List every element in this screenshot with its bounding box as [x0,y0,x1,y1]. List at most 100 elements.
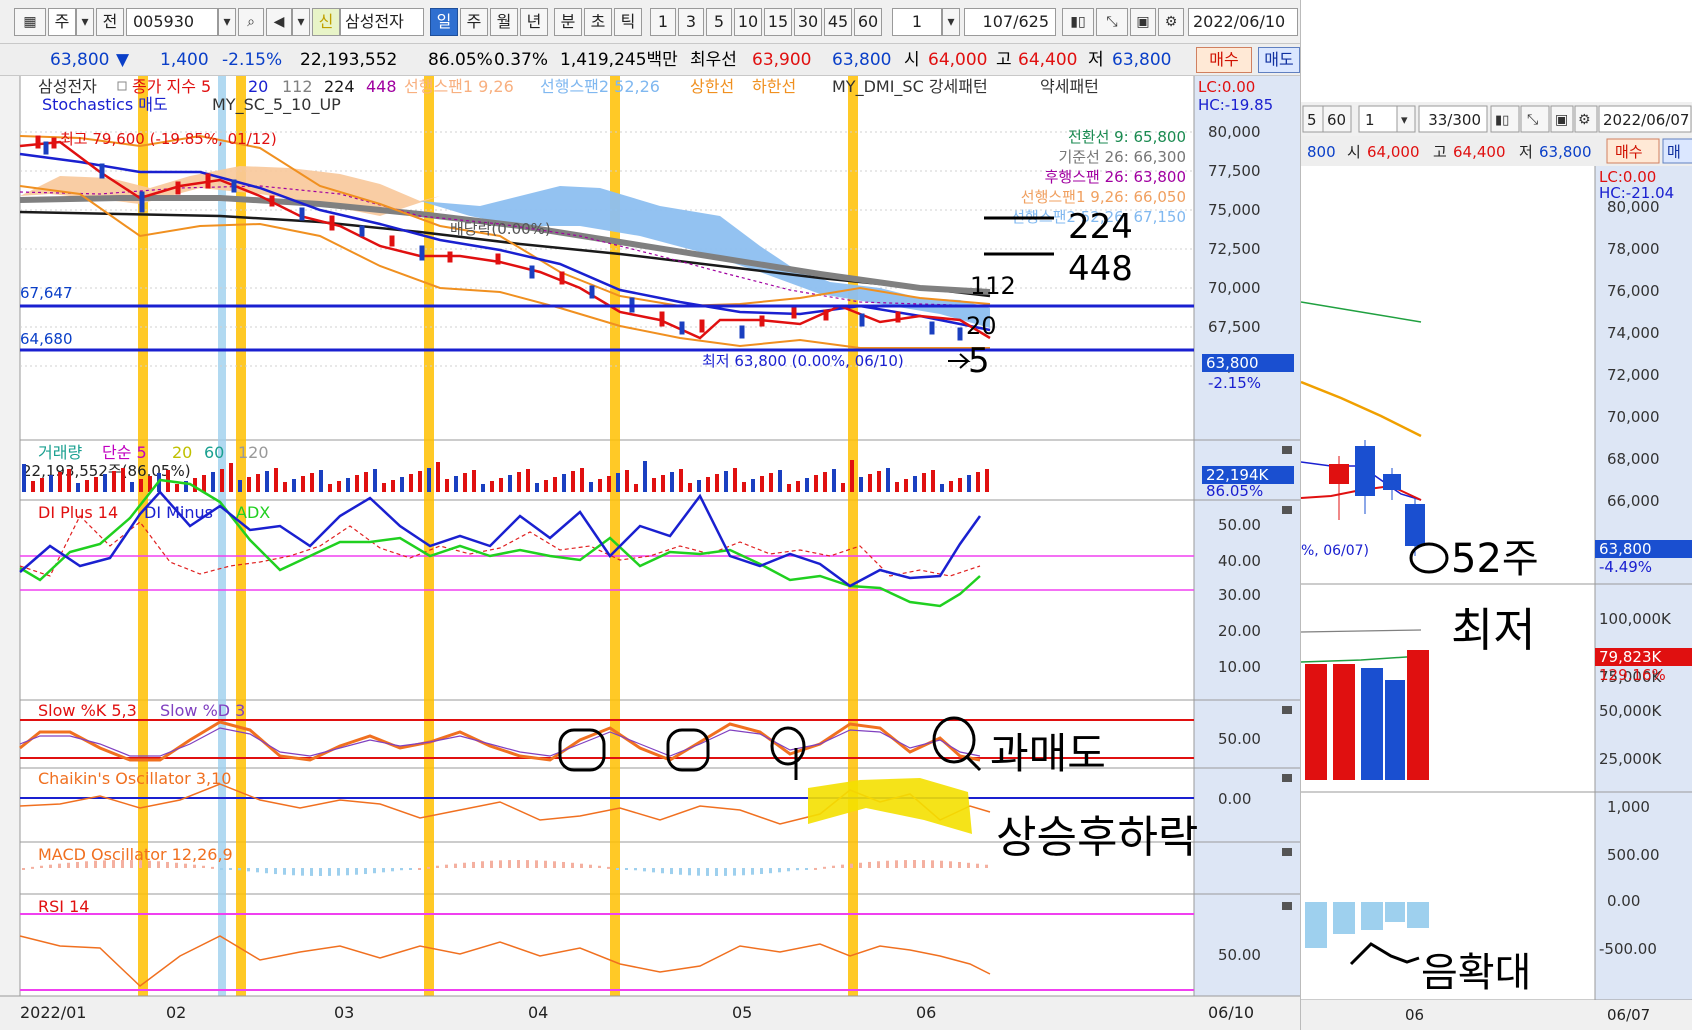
y-tick: 67,500 [1208,318,1261,336]
macd-bar [337,868,340,876]
volume-bar [445,479,449,492]
period-day-button[interactable]: 일 [430,8,458,36]
macd-bar [391,868,394,872]
search-icon[interactable]: ⌕ [238,8,264,36]
y-tick: 0.00 [1607,892,1640,910]
y-tick: 70,000 [1607,408,1660,426]
macd-bar [310,868,313,876]
chevron-down-icon[interactable]: ▾ [292,8,310,36]
macd-bar [859,862,862,868]
sell-button[interactable]: 매도 [1258,47,1300,73]
buy-button[interactable]: 매수 [1196,47,1252,73]
chevron-down-icon[interactable]: ▾ [942,8,960,36]
period-year-button[interactable]: 년 [520,8,548,36]
level-label-1: 67,647 [20,284,73,302]
panel-close-icon[interactable] [1282,446,1292,454]
interval-45-button[interactable]: 45 [824,8,852,36]
y-tick: 500.00 [1607,846,1660,864]
macd-bar [58,863,61,868]
period-type-select[interactable]: 주 [48,8,76,36]
volume-bar [661,475,665,492]
interval-3-button[interactable]: 3 [678,8,704,36]
volume-bar [904,479,908,492]
best-ask-label: 최우선 [690,50,737,70]
volume-bar [346,478,350,492]
period-week-button[interactable]: 주 [460,8,488,36]
side-vol-last: 79,823K [1599,648,1662,666]
panel-close-icon[interactable] [1282,506,1292,514]
interval-1-button[interactable]: 1 [650,8,676,36]
prev-button[interactable]: 전 [96,8,124,36]
gear-icon[interactable]: ⚙ [1158,8,1184,36]
date-field[interactable]: 2022/06/10 [1188,8,1298,36]
volume-bar [292,479,296,492]
macd-bar [931,860,934,868]
volume-last-pct: 86.05% [1206,482,1263,500]
volume-bar [949,481,953,492]
y-tick: 66,000 [1607,492,1660,510]
macd-bar [958,861,961,868]
interval-60-button[interactable]: 60 [854,8,882,36]
macd-bar [265,868,268,874]
stock-code-input[interactable]: 005930 [126,8,218,36]
panel-close-icon[interactable] [1282,902,1292,910]
panel-close-icon[interactable] [1282,774,1292,782]
panel-close-icon[interactable] [1282,848,1292,856]
panel-close-icon[interactable] [1282,706,1292,714]
period-month-button[interactable]: 월 [490,8,518,36]
volume-bar [544,480,548,492]
macd-bar [463,862,466,868]
chart-grid-icon[interactable]: ▦ [14,8,46,36]
side-quote-first: 800 [1307,143,1336,161]
volume-bar [85,480,89,492]
x-label: 04 [528,1003,548,1022]
period-second-button[interactable]: 초 [584,8,612,36]
macd-bar [616,868,619,870]
interval-15-button[interactable]: 15 [764,8,792,36]
volume-bar [535,483,539,492]
candle-settings-icon[interactable]: ▮▯ [1062,8,1094,36]
macd-bar [418,867,421,870]
volume-bar [895,482,899,492]
save-icon[interactable]: ▣ [1130,8,1156,36]
chart-title: 삼성전자 [38,77,97,96]
volume-bar [202,475,206,492]
side-note-low: 최저 [1451,603,1536,657]
chevron-down-icon: ▾ [1401,113,1408,128]
volume-bar [733,468,737,492]
speaker-icon[interactable]: ◀ [266,8,292,36]
high-price: 64,400 [1018,50,1078,70]
y-tick: 50.00 [1218,516,1261,534]
trend-tool-icon[interactable]: ⤡ [1096,8,1128,36]
volume-bar [436,462,440,492]
macd-bar [985,864,988,868]
legend-ma-20: 20 [248,77,268,96]
macd-bar [904,860,907,868]
volume-bar [715,474,719,492]
macd-bar [805,868,808,870]
chevron-down-icon[interactable]: ▾ [218,8,236,36]
stock-name-field[interactable]: 삼성전자 [340,8,424,36]
credit-badge[interactable]: 신 [312,8,340,36]
interval-30-button[interactable]: 30 [794,8,822,36]
volume-bar [121,468,125,492]
volume-bar [355,475,359,492]
macd-bar [400,868,403,871]
rsi-legend: RSI 14 [38,897,89,916]
interval-10-button[interactable]: 10 [734,8,762,36]
volume-bar [103,474,107,492]
chevron-down-icon[interactable]: ▾ [76,8,94,36]
interval-5-button[interactable]: 5 [706,8,732,36]
period-tick-button[interactable]: 틱 [614,8,642,36]
period-minute-button[interactable]: 분 [554,8,582,36]
multiplier-input[interactable]: 1 [892,8,942,36]
volume-bar [562,474,566,492]
last-pct-label: -2.15% [1208,374,1261,392]
y-tick: 50.00 [1218,946,1261,964]
side-chart-window[interactable]: 5 60 1 ▾ 33/300 ▮▯ ⤡ ▣ ⚙ 2022/06/07 800 … [1300,0,1692,1030]
main-chart-area[interactable]: 67,647 64,680 삼성전자 종가 지수 5 20 112 224 44… [0,76,1300,1030]
macd-bar [328,868,331,876]
dmi-legend-plus: DI Plus 14 [38,503,118,522]
volume-bar [328,484,332,492]
price-change-pct: -2.15% [222,50,283,70]
